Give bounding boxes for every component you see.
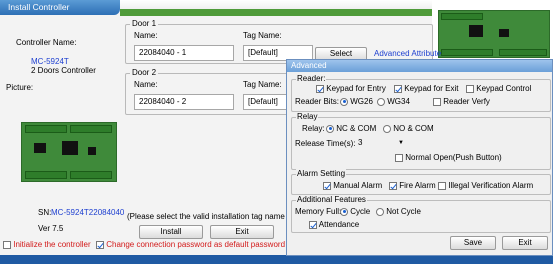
change-password-option[interactable]: Change connection password as default pa… xyxy=(96,240,285,249)
keypad-control-checkbox[interactable] xyxy=(466,84,474,93)
init-controller-option[interactable]: Initialize the controller xyxy=(3,240,91,249)
init-controller-checkbox[interactable] xyxy=(3,240,11,249)
wg26-option[interactable]: WG26 xyxy=(340,97,373,107)
release-time-label: Release Time(s): xyxy=(295,139,356,148)
reader-verify-label: Reader Verfy xyxy=(443,97,490,106)
not-cycle-label: Not Cycle xyxy=(386,207,421,216)
nc-com-option[interactable]: NC & COM xyxy=(326,124,376,134)
controller-name-label: Controller Name: xyxy=(16,38,77,47)
advanced-dialog-title: Advanced xyxy=(287,60,552,72)
keypad-control-option[interactable]: Keypad Control xyxy=(466,84,531,94)
door-2-tag-input[interactable]: [Default] xyxy=(243,94,288,110)
door-1-tag-label: Tag Name: xyxy=(243,31,282,40)
background-board-photo xyxy=(432,0,553,60)
wg26-label: WG26 xyxy=(350,97,373,106)
manual-alarm-checkbox[interactable] xyxy=(323,181,331,190)
illegal-alarm-option[interactable]: Illegal Verification Alarm xyxy=(438,181,533,191)
change-password-checkbox[interactable] xyxy=(96,240,104,249)
door-2-name-label: Name: xyxy=(134,80,158,89)
wg34-option[interactable]: WG34 xyxy=(377,97,410,107)
controller-picture xyxy=(21,122,117,182)
window-title: Install Controller xyxy=(0,0,120,15)
sn-value: MC-5924T22084040 xyxy=(51,208,125,217)
manual-alarm-label: Manual Alarm xyxy=(333,181,383,190)
memory-full-label: Memory Full: xyxy=(295,207,342,216)
attendance-checkbox[interactable] xyxy=(309,220,317,229)
nc-com-label: NC & COM xyxy=(336,124,377,133)
release-time-select[interactable]: 3 ▼ xyxy=(358,137,410,149)
exit-button[interactable]: Exit xyxy=(210,225,274,239)
init-controller-label: Initialize the controller xyxy=(13,240,91,249)
green-band xyxy=(120,9,432,16)
nc-com-radio[interactable] xyxy=(326,124,334,133)
keypad-exit-option[interactable]: Keypad for Exit xyxy=(394,84,458,94)
illegal-alarm-checkbox[interactable] xyxy=(438,181,446,190)
no-com-option[interactable]: NO & COM xyxy=(383,124,434,134)
reader-verify-option[interactable]: Reader Verfy xyxy=(433,97,490,107)
pcb-image xyxy=(438,10,550,58)
version-label: Ver 7.5 xyxy=(38,224,64,233)
advanced-exit-button[interactable]: Exit xyxy=(502,236,548,250)
manual-alarm-option[interactable]: Manual Alarm xyxy=(323,181,382,191)
keypad-entry-label: Keypad for Entry xyxy=(326,84,386,93)
controller-model-desc: 2 Doors Controller xyxy=(31,66,96,75)
door-2-tag-label: Tag Name: xyxy=(243,80,282,89)
taskbar-strip xyxy=(0,255,553,264)
install-hint: (Please select the valid installation ta… xyxy=(127,212,306,221)
door-2-legend: Door 2 xyxy=(130,68,159,78)
picture-label: Picture: xyxy=(6,83,34,92)
controller-model: MC-5924T xyxy=(31,57,69,66)
attendance-label: Attendance xyxy=(318,220,360,229)
reader-legend: Reader: xyxy=(296,74,327,84)
door-1-advanced-link[interactable]: Advanced Attribute xyxy=(374,49,441,58)
fire-alarm-checkbox[interactable] xyxy=(389,181,397,190)
wg34-radio[interactable] xyxy=(377,97,385,106)
additional-legend: Additional Features xyxy=(296,195,367,205)
fire-alarm-label: Fire Alarm xyxy=(399,181,436,190)
cycle-label: Cycle xyxy=(350,207,371,216)
reader-group: Reader: Keypad for Entry Keypad for Exit… xyxy=(291,74,551,112)
wg34-label: WG34 xyxy=(387,97,410,106)
cycle-radio[interactable] xyxy=(340,207,348,216)
door-2-name-input[interactable]: 22084040 - 2 xyxy=(134,94,234,110)
sn-label: SN: xyxy=(38,208,52,217)
normal-open-option[interactable]: Normal Open(Push Button) xyxy=(395,153,502,163)
keypad-entry-checkbox[interactable] xyxy=(316,84,324,93)
door-1-name-label: Name: xyxy=(134,31,158,40)
not-cycle-option[interactable]: Not Cycle xyxy=(376,207,421,217)
wg26-radio[interactable] xyxy=(340,97,348,106)
keypad-control-label: Keypad Control xyxy=(476,84,532,93)
alarm-legend: Alarm Setting xyxy=(296,169,347,179)
no-com-label: NO & COM xyxy=(393,124,434,133)
attendance-option[interactable]: Attendance xyxy=(309,220,359,230)
chevron-down-icon: ▼ xyxy=(398,140,404,146)
normal-open-checkbox[interactable] xyxy=(395,153,403,162)
relay-legend: Relay xyxy=(296,112,319,122)
keypad-exit-label: Keypad for Exit xyxy=(404,84,459,93)
keypad-entry-option[interactable]: Keypad for Entry xyxy=(316,84,386,94)
no-com-radio[interactable] xyxy=(383,124,391,133)
relay-label: Relay: xyxy=(302,124,325,133)
illegal-alarm-label: Illegal Verification Alarm xyxy=(448,181,534,190)
relay-group: Relay Relay: NC & COM NO & COM Release T… xyxy=(291,112,551,170)
save-button[interactable]: Save xyxy=(450,236,496,250)
change-password-label: Change connection password as default pa… xyxy=(106,240,286,249)
keypad-exit-checkbox[interactable] xyxy=(394,84,402,93)
fire-alarm-option[interactable]: Fire Alarm xyxy=(389,181,436,191)
cycle-option[interactable]: Cycle xyxy=(340,207,370,217)
door-1-name-input[interactable]: 22084040 - 1 xyxy=(134,45,234,61)
not-cycle-radio[interactable] xyxy=(376,207,384,216)
normal-open-label: Normal Open(Push Button) xyxy=(405,153,502,162)
alarm-group: Alarm Setting Manual Alarm Fire Alarm Il… xyxy=(291,169,551,195)
door-1-group: Door 1 Name: Tag Name: 22084040 - 1 [Def… xyxy=(125,19,441,64)
advanced-dialog: Advanced Reader: Keypad for Entry Keypad… xyxy=(286,59,553,256)
install-button[interactable]: Install xyxy=(139,225,203,239)
additional-group: Additional Features Memory Full: Cycle N… xyxy=(291,195,551,233)
release-time-value: 3 xyxy=(358,138,363,147)
door-1-legend: Door 1 xyxy=(130,19,159,29)
reader-bits-label: Reader Bits: xyxy=(295,97,340,106)
reader-verify-checkbox[interactable] xyxy=(433,97,441,106)
